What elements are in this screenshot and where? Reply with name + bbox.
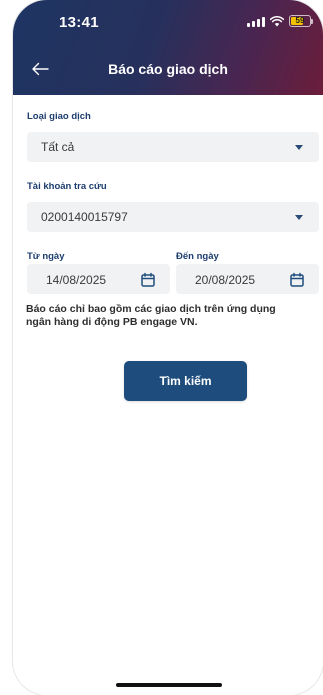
wifi-icon — [270, 15, 284, 26]
transaction-type-value: Tất cả — [41, 140, 75, 154]
from-date-value: 14/08/2025 — [46, 273, 107, 287]
phone-screen: 13:41 59 Báo cáo giao dịch Loại giao dịc… — [13, 0, 323, 695]
from-date-label: Từ ngày — [27, 251, 65, 262]
report-note-line-2: ngân hàng di động PB engage VN. — [26, 316, 198, 328]
status-icons: 59 — [247, 15, 313, 27]
battery-cap — [311, 19, 313, 24]
account-label: Tài khoản tra cứu — [27, 181, 107, 192]
status-time: 13:41 — [59, 14, 99, 31]
search-button[interactable]: Tìm kiếm — [124, 361, 247, 401]
from-date-field[interactable]: 14/08/2025 — [27, 264, 170, 294]
to-date-field[interactable]: 20/08/2025 — [176, 264, 319, 294]
battery-icon: 59 — [289, 15, 313, 27]
report-note-line-1: Báo cáo chỉ bao gồm các giao dịch trên ứ… — [26, 303, 276, 315]
caret-down-icon — [295, 215, 303, 220]
cellular-signal-icon — [247, 16, 265, 27]
status-bar: 13:41 59 — [13, 0, 323, 44]
page-title: Báo cáo giao dịch — [108, 61, 228, 77]
to-date-value: 20/08/2025 — [195, 273, 256, 287]
home-indicator — [116, 683, 222, 687]
report-note: Báo cáo chỉ bao gồm các giao dịch trên ứ… — [26, 303, 321, 329]
transaction-type-label: Loại giao dịch — [27, 111, 91, 122]
to-date-label: Đến ngày — [176, 251, 219, 262]
caret-down-icon — [295, 145, 303, 150]
calendar-icon — [290, 272, 304, 287]
battery-level: 59 — [295, 16, 305, 25]
calendar-icon — [141, 272, 155, 287]
navigation-bar: Báo cáo giao dịch — [13, 54, 323, 84]
account-value: 0200140015797 — [41, 210, 128, 224]
app-header: 13:41 59 Báo cáo giao dịch — [13, 0, 323, 95]
transaction-type-select[interactable]: Tất cả — [27, 132, 319, 162]
account-select[interactable]: 0200140015797 — [27, 202, 319, 232]
